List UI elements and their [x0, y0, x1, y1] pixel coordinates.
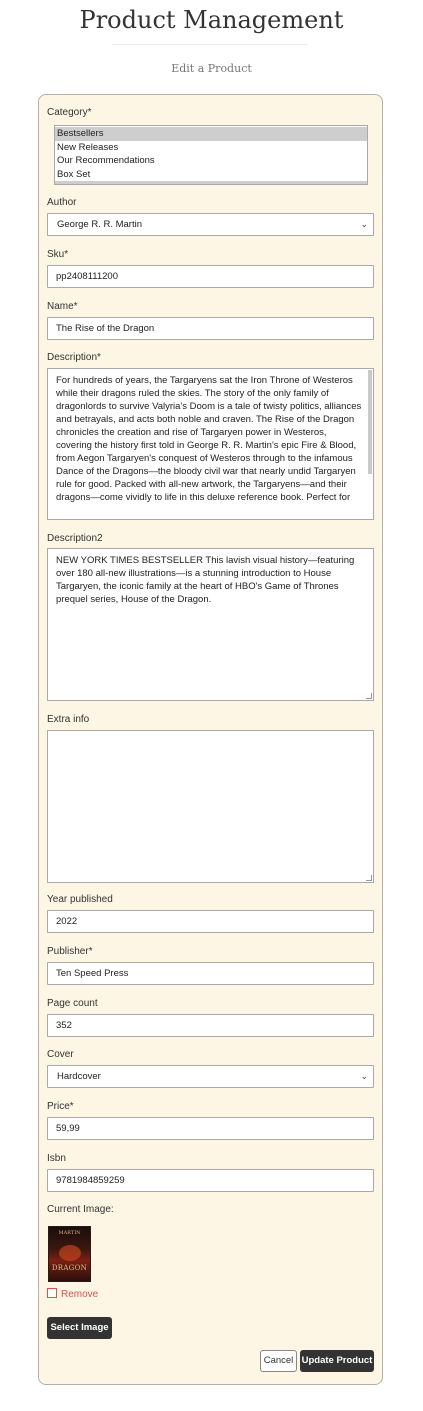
extra-info-textarea[interactable]	[47, 730, 374, 883]
price-label: Price*	[47, 1101, 74, 1112]
remove-image-option[interactable]: Remove	[47, 1288, 98, 1302]
chevron-down-icon: ⌄	[360, 219, 368, 229]
isbn-input[interactable]: 9781984859259	[47, 1169, 374, 1192]
isbn-label: Isbn	[47, 1153, 66, 1164]
remove-checkbox[interactable]	[47, 1288, 57, 1298]
publisher-input[interactable]: Ten Speed Press	[47, 962, 374, 985]
select-image-button[interactable]: Select Image	[47, 1317, 112, 1339]
name-label: Name*	[47, 301, 78, 312]
category-label: Category*	[47, 107, 92, 118]
current-image-label: Current Image:	[47, 1204, 114, 1215]
author-label: Author	[47, 197, 77, 208]
cover-label: Cover	[47, 1049, 74, 1060]
current-image-thumbnail: MARTIN DRAGON	[48, 1226, 91, 1282]
publisher-label: Publisher*	[47, 946, 93, 957]
category-option-partial[interactable]	[55, 181, 367, 184]
thumbnail-top-text: MARTIN	[58, 1230, 81, 1236]
year-published-label: Year published	[47, 894, 113, 905]
description-label: Description*	[47, 352, 101, 363]
sku-input[interactable]: pp2408111200	[47, 265, 374, 288]
page-title: Product Management	[79, 6, 344, 34]
category-option[interactable]: New Releases	[55, 141, 367, 155]
chevron-down-icon: ⌄	[360, 1071, 368, 1081]
cover-select[interactable]: Hardcover ⌄	[47, 1065, 374, 1088]
update-product-button[interactable]: Update Product	[300, 1350, 374, 1372]
price-input[interactable]: 59,99	[47, 1117, 374, 1140]
cover-value: Hardcover	[57, 1071, 101, 1082]
resize-handle[interactable]	[366, 693, 372, 699]
page-count-input[interactable]: 352	[47, 1014, 374, 1037]
category-listbox[interactable]: Bestsellers New Releases Our Recommendat…	[54, 125, 368, 185]
description2-label: Description2	[47, 533, 103, 544]
title-divider	[112, 44, 308, 45]
description2-textarea[interactable]: NEW YORK TIMES BESTSELLER This lavish vi…	[47, 548, 374, 701]
description2-text: NEW YORK TIMES BESTSELLER This lavish vi…	[56, 555, 355, 605]
cancel-button[interactable]: Cancel	[260, 1350, 297, 1372]
author-select[interactable]: George R. R. Martin ⌄	[47, 213, 374, 236]
year-published-input[interactable]: 2022	[47, 910, 374, 933]
description-textarea[interactable]: For hundreds of years, the Targaryens sa…	[47, 368, 374, 520]
name-input[interactable]: The Rise of the Dragon	[47, 317, 374, 340]
author-value: George R. R. Martin	[57, 219, 142, 230]
remove-label: Remove	[61, 1289, 99, 1300]
category-option[interactable]: Box Set	[55, 168, 367, 182]
extra-info-label: Extra info	[47, 714, 90, 725]
resize-handle[interactable]	[366, 875, 372, 881]
thumbnail-bottom-text: DRAGON	[51, 1264, 88, 1272]
edit-product-form: Category* Bestsellers New Releases Our R…	[38, 94, 383, 1385]
page-count-label: Page count	[47, 998, 98, 1009]
category-option[interactable]: Our Recommendations	[55, 154, 367, 168]
sku-label: Sku*	[47, 249, 69, 260]
dragon-artwork	[59, 1245, 81, 1261]
description-text: For hundreds of years, the Targaryens sa…	[56, 375, 362, 503]
page-subtitle: Edit a Product	[171, 62, 252, 75]
category-option[interactable]: Bestsellers	[55, 127, 367, 141]
description-scrollbar[interactable]	[368, 370, 372, 474]
